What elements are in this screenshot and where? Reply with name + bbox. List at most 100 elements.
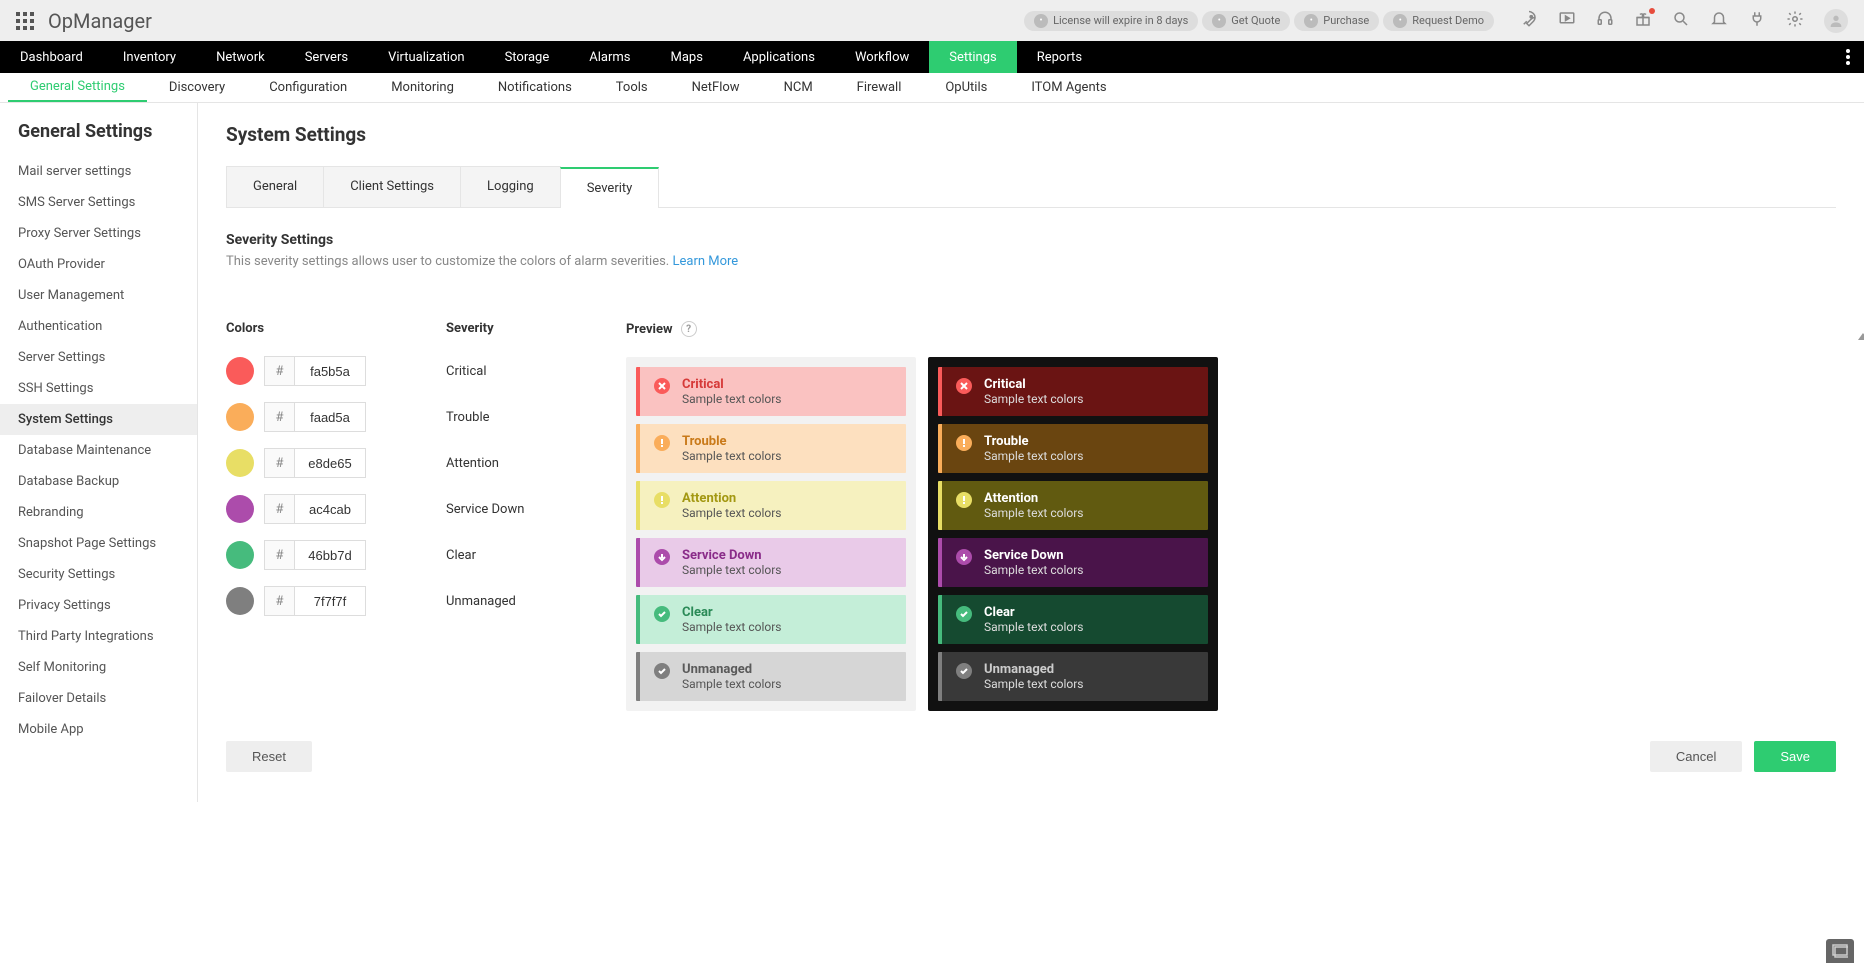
subnav-ncm[interactable]: NCM (762, 73, 835, 102)
hex-prefix: # (265, 449, 295, 477)
swatch-critical[interactable] (226, 357, 254, 385)
brand-title: OpManager (48, 9, 152, 33)
top-bar: OpManager •License will expire in 8 days… (0, 0, 1864, 41)
cancel-button[interactable]: Cancel (1650, 741, 1742, 772)
subnav-oputils[interactable]: OpUtils (923, 73, 1009, 102)
top-pill-0[interactable]: •License will expire in 8 days (1024, 11, 1198, 31)
swatch-clear[interactable] (226, 541, 254, 569)
colors-header: Colors (226, 321, 386, 336)
preview-card-light-unmanaged: UnmanagedSample text colors (636, 652, 906, 701)
subnav-monitoring[interactable]: Monitoring (369, 73, 476, 102)
subnav-notifications[interactable]: Notifications (476, 73, 594, 102)
severity-label-unmanaged: Unmanaged (446, 586, 566, 616)
sidebar-database-backup[interactable]: Database Backup (0, 466, 197, 497)
mainnav-alarms[interactable]: Alarms (569, 41, 650, 73)
sidebar-third-party-integrations[interactable]: Third Party Integrations (0, 621, 197, 652)
tab-general[interactable]: General (226, 166, 324, 207)
sidebar-title: General Settings (0, 121, 197, 156)
hex-input-service-down[interactable] (295, 495, 365, 523)
gear-icon[interactable] (1786, 10, 1804, 32)
mainnav-virtualization[interactable]: Virtualization (368, 41, 485, 73)
swatch-trouble[interactable] (226, 403, 254, 431)
preview-help-icon[interactable]: ? (681, 321, 697, 337)
sidebar-authentication[interactable]: Authentication (0, 311, 197, 342)
mainnav-storage[interactable]: Storage (485, 41, 570, 73)
card-title: Trouble (984, 434, 1083, 449)
sidebar-server-settings[interactable]: Server Settings (0, 342, 197, 373)
sidebar-user-management[interactable]: User Management (0, 280, 197, 311)
rocket-icon[interactable] (1520, 10, 1538, 32)
sidebar-database-maintenance[interactable]: Database Maintenance (0, 435, 197, 466)
sidebar-snapshot-page-settings[interactable]: Snapshot Page Settings (0, 528, 197, 559)
search-icon[interactable] (1672, 10, 1690, 32)
sidebar-rebranding[interactable]: Rebranding (0, 497, 197, 528)
card-subtitle: Sample text colors (682, 563, 781, 577)
card-title: Unmanaged (984, 662, 1083, 677)
gift-icon[interactable] (1634, 10, 1652, 32)
swatch-attention[interactable] (226, 449, 254, 477)
sidebar-system-settings[interactable]: System Settings (0, 404, 197, 435)
card-subtitle: Sample text colors (682, 506, 781, 520)
headset-icon[interactable] (1596, 10, 1614, 32)
corner-widget[interactable] (1826, 939, 1854, 963)
mainnav-reports[interactable]: Reports (1017, 41, 1102, 73)
mainnav-applications[interactable]: Applications (723, 41, 835, 73)
apps-grid-icon[interactable] (16, 12, 34, 30)
sidebar-sms-server-settings[interactable]: SMS Server Settings (0, 187, 197, 218)
mainnav-maps[interactable]: Maps (651, 41, 723, 73)
mainnav-network[interactable]: Network (196, 41, 285, 73)
sidebar-failover-details[interactable]: Failover Details (0, 683, 197, 714)
card-title: Critical (682, 377, 781, 392)
hex-input-unmanaged[interactable] (295, 587, 365, 615)
mainnav-inventory[interactable]: Inventory (103, 41, 196, 73)
sidebar-mobile-app[interactable]: Mobile App (0, 714, 197, 745)
subnav-general-settings[interactable]: General Settings (8, 73, 147, 102)
plug-icon[interactable] (1748, 10, 1766, 32)
mainnav-workflow[interactable]: Workflow (835, 41, 929, 73)
swatch-unmanaged[interactable] (226, 587, 254, 615)
main-nav: DashboardInventoryNetworkServersVirtuali… (0, 41, 1864, 73)
mainnav-settings[interactable]: Settings (929, 41, 1016, 73)
top-pill-2[interactable]: •Purchase (1294, 11, 1379, 31)
sidebar-privacy-settings[interactable]: Privacy Settings (0, 590, 197, 621)
top-pill-3[interactable]: •Request Demo (1383, 11, 1494, 31)
subnav-itom-agents[interactable]: ITOM Agents (1009, 73, 1128, 102)
excl-icon (654, 492, 670, 508)
learn-more-link[interactable]: Learn More (672, 254, 738, 269)
subnav-firewall[interactable]: Firewall (835, 73, 924, 102)
sidebar-proxy-server-settings[interactable]: Proxy Server Settings (0, 218, 197, 249)
swatch-service-down[interactable] (226, 495, 254, 523)
tab-client-settings[interactable]: Client Settings (323, 166, 461, 207)
sidebar-mail-server-settings[interactable]: Mail server settings (0, 156, 197, 187)
hex-input-trouble[interactable] (295, 403, 365, 431)
severity-label-clear: Clear (446, 540, 566, 570)
mainnav-servers[interactable]: Servers (285, 41, 368, 73)
subnav-netflow[interactable]: NetFlow (670, 73, 762, 102)
hex-input-critical[interactable] (295, 357, 365, 385)
user-avatar[interactable] (1824, 9, 1848, 33)
x-icon (654, 378, 670, 394)
tab-severity[interactable]: Severity (560, 167, 660, 208)
excl-icon (956, 492, 972, 508)
save-button[interactable]: Save (1754, 741, 1836, 772)
mainnav-dashboard[interactable]: Dashboard (0, 41, 103, 73)
subnav-discovery[interactable]: Discovery (147, 73, 247, 102)
subnav-tools[interactable]: Tools (594, 73, 670, 102)
preview-card-light-clear: ClearSample text colors (636, 595, 906, 644)
bell-icon[interactable] (1710, 10, 1728, 32)
monitor-play-icon[interactable] (1558, 10, 1576, 32)
reset-button[interactable]: Reset (226, 741, 312, 772)
sidebar-oauth-provider[interactable]: OAuth Provider (0, 249, 197, 280)
top-pill-1[interactable]: •Get Quote (1202, 11, 1290, 31)
card-subtitle: Sample text colors (682, 449, 781, 463)
subnav-configuration[interactable]: Configuration (247, 73, 369, 102)
hex-input-attention[interactable] (295, 449, 365, 477)
sidebar-self-monitoring[interactable]: Self Monitoring (0, 652, 197, 683)
more-menu-icon[interactable] (1832, 41, 1864, 73)
tab-logging[interactable]: Logging (460, 166, 561, 207)
sidebar-security-settings[interactable]: Security Settings (0, 559, 197, 590)
sidebar-ssh-settings[interactable]: SSH Settings (0, 373, 197, 404)
card-title: Attention (682, 491, 781, 506)
check-icon (956, 663, 972, 679)
hex-input-clear[interactable] (295, 541, 365, 569)
